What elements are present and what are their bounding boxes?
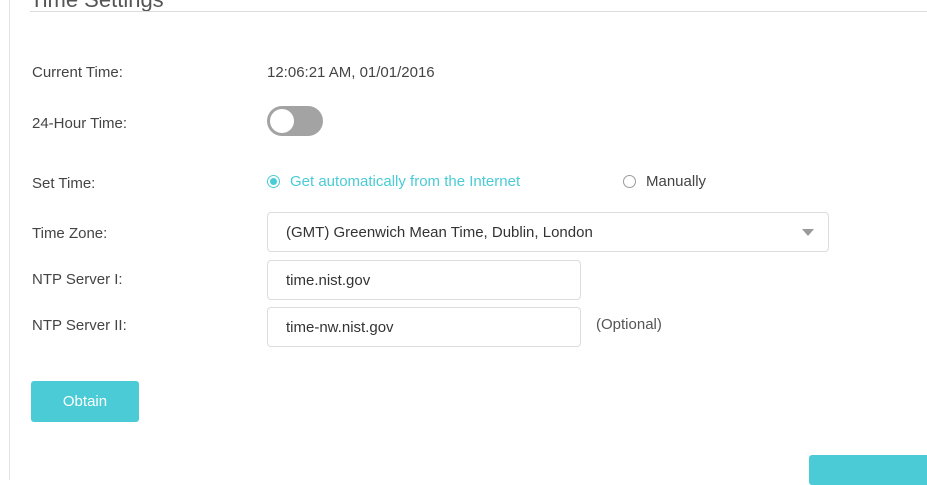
radio-auto-internet[interactable]: Get automatically from the Internet xyxy=(267,173,520,190)
time-zone-selected-value: (GMT) Greenwich Mean Time, Dublin, Londo… xyxy=(286,224,593,241)
radio-unchecked-icon xyxy=(623,175,636,188)
24-hour-time-toggle[interactable] xyxy=(267,106,323,136)
time-zone-select[interactable]: (GMT) Greenwich Mean Time, Dublin, Londo… xyxy=(267,212,829,252)
radio-auto-internet-label: Get automatically from the Internet xyxy=(290,173,521,190)
ntp-server-1-input[interactable] xyxy=(267,260,581,300)
set-time-label: Set Time: xyxy=(32,175,96,192)
24-hour-time-label: 24-Hour Time: xyxy=(32,115,128,132)
radio-manually[interactable]: Manually xyxy=(623,173,706,190)
title-divider xyxy=(30,11,927,12)
obtain-button[interactable]: Obtain xyxy=(31,381,139,422)
time-settings-panel: Time Settings Current Time: 12:06:21 AM,… xyxy=(9,0,927,485)
ntp-server-2-label: NTP Server II: xyxy=(32,317,127,334)
radio-manually-label: Manually xyxy=(646,173,707,190)
ntp-server-1-label: NTP Server I: xyxy=(32,271,123,288)
ntp-server-2-input[interactable] xyxy=(267,307,581,347)
save-button[interactable] xyxy=(809,455,927,485)
current-time-value: 12:06:21 AM, 01/01/2016 xyxy=(267,64,435,81)
current-time-label: Current Time: xyxy=(32,64,123,81)
radio-checked-icon xyxy=(267,175,280,188)
ntp-server-2-optional-hint: (Optional) xyxy=(596,316,662,333)
toggle-knob xyxy=(270,109,294,133)
time-zone-label: Time Zone: xyxy=(32,225,108,242)
caret-down-icon xyxy=(802,229,814,236)
